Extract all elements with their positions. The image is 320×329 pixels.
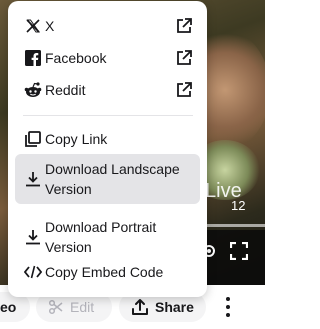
menu-item-label: X <box>45 18 55 34</box>
more-options-icon[interactable] <box>222 297 234 317</box>
menu-item-reddit[interactable]: Reddit <box>15 79 200 101</box>
external-link-icon <box>177 18 192 33</box>
download-icon <box>24 228 42 246</box>
reddit-icon <box>24 81 42 99</box>
video-overlay-number: 12 <box>231 198 246 213</box>
share-button-label: Share <box>155 299 194 315</box>
code-icon <box>24 263 42 281</box>
facebook-icon <box>24 49 42 67</box>
download-icon <box>24 170 42 188</box>
external-link-icon <box>177 82 192 97</box>
video-progress-bar[interactable] <box>205 224 265 227</box>
fullscreen-icon[interactable] <box>230 242 248 260</box>
share-icon <box>132 299 148 315</box>
menu-item-x[interactable]: X <box>15 15 200 37</box>
scissors-icon <box>48 299 63 315</box>
menu-item-label: Copy Link <box>45 131 108 147</box>
menu-item-download-landscape[interactable]: Download Landscape Version <box>15 154 200 204</box>
copy-icon <box>24 130 42 148</box>
menu-item-facebook[interactable]: Facebook <box>15 47 200 69</box>
menu-divider <box>23 115 193 116</box>
menu-item-copy-embed[interactable]: Copy Embed Code <box>15 261 200 283</box>
x-logo-icon <box>24 17 42 35</box>
external-link-icon <box>177 50 192 65</box>
menu-item-download-portrait[interactable]: Download Portrait Version <box>15 212 200 262</box>
share-menu: X Facebook Reddit Copy Link Download Lan… <box>8 1 207 297</box>
menu-item-label: Copy Embed Code <box>45 264 164 280</box>
menu-item-label: Download Landscape Version <box>45 161 180 197</box>
edit-button-label: Edit <box>70 299 95 315</box>
video-button-label: eo <box>0 299 17 315</box>
menu-item-copy-link[interactable]: Copy Link <box>15 128 200 150</box>
menu-item-label: Download Portrait Version <box>45 219 157 255</box>
menu-item-label: Facebook <box>45 50 107 66</box>
menu-item-label: Reddit <box>45 82 86 98</box>
